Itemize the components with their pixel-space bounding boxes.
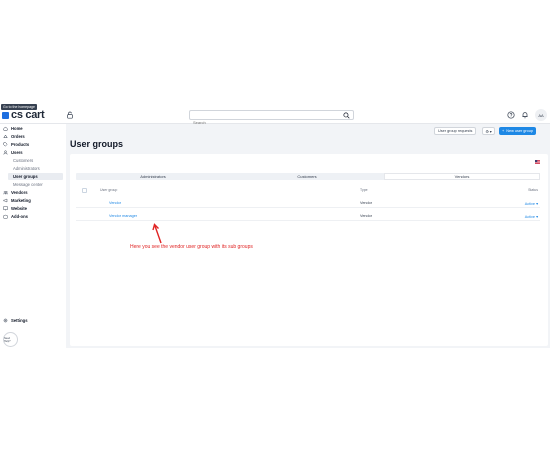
annotation-arrow-icon xyxy=(152,223,162,244)
bell-icon[interactable] xyxy=(521,111,529,119)
column-status: Status xyxy=(528,188,538,192)
homepage-tooltip: Go to the homepage xyxy=(1,104,37,110)
user-group-requests-button[interactable]: User group requests xyxy=(434,127,477,135)
search-box xyxy=(189,110,354,127)
sidebar: Home Orders Products Users Customers Adm… xyxy=(0,124,66,348)
sidebar-sub-user-groups[interactable]: User groups xyxy=(8,173,63,180)
tab-administrators[interactable]: Administrators xyxy=(76,173,230,180)
new-user-group-label: New user group xyxy=(506,129,534,133)
user-icon xyxy=(3,150,8,155)
us-flag-icon[interactable] xyxy=(535,160,540,164)
top-bar: Go to the homepage cs cart AA xyxy=(0,104,550,127)
sidebar-item-label: Add-ons xyxy=(11,214,28,219)
sidebar-item-vendors[interactable]: Vendors xyxy=(3,189,28,196)
sidebar-item-label: Website xyxy=(11,206,27,211)
column-user-group: User group xyxy=(100,188,118,192)
help-icon[interactable] xyxy=(507,111,515,119)
user-group-link[interactable]: Vendor manager xyxy=(109,214,137,218)
vendors-icon xyxy=(3,191,8,195)
new-user-group-button[interactable]: + New user group xyxy=(499,127,537,135)
plus-icon: + xyxy=(502,129,505,133)
sidebar-sub-customers[interactable]: Customers xyxy=(13,157,33,164)
annotation-text: Here you see the vendor user group with … xyxy=(130,244,253,250)
tab-vendors[interactable]: Vendors xyxy=(384,173,540,180)
help-badge[interactable]: Need Help? xyxy=(3,332,18,347)
gear-icon xyxy=(3,318,8,323)
logo-mark-icon xyxy=(2,111,9,119)
sidebar-item-add-ons[interactable]: Add-ons xyxy=(3,213,28,220)
sidebar-item-label: Home xyxy=(11,126,23,131)
brand-logo[interactable]: cs cart xyxy=(2,109,45,121)
user-group-type: Vendor xyxy=(360,201,373,205)
sidebar-item-users[interactable]: Users xyxy=(3,149,23,156)
sidebar-item-label: Settings xyxy=(11,318,28,323)
sidebar-item-label: Marketing xyxy=(11,198,31,203)
user-avatar[interactable]: AA xyxy=(535,109,547,121)
table-header: User group Type Status xyxy=(76,187,540,194)
sidebar-item-orders[interactable]: Orders xyxy=(3,133,25,140)
sidebar-item-home[interactable]: Home xyxy=(3,125,23,132)
megaphone-icon xyxy=(3,198,8,203)
tag-icon xyxy=(3,142,8,147)
sidebar-item-label: Users xyxy=(11,150,23,155)
status-dropdown[interactable]: Active ▾ xyxy=(525,214,538,219)
sidebar-item-label: Vendors xyxy=(11,190,28,195)
user-group-link[interactable]: Vendor xyxy=(109,201,121,205)
settings-dropdown-button[interactable]: ⚙ ▾ xyxy=(482,127,495,135)
sidebar-item-products[interactable]: Products xyxy=(3,141,29,148)
brand-name: cs cart xyxy=(11,109,45,121)
sidebar-item-website[interactable]: Website xyxy=(3,205,27,212)
table-row: Vendor Vendor Active ▾ xyxy=(76,198,540,208)
home-icon xyxy=(3,126,8,131)
sidebar-sub-message-center[interactable]: Message center xyxy=(13,181,43,188)
app-window: Go to the homepage cs cart AA xyxy=(0,104,550,348)
status-dropdown[interactable]: Active ▾ xyxy=(525,201,538,206)
monitor-icon xyxy=(3,206,8,211)
page-title: User groups xyxy=(70,139,124,149)
main-content: User group requests ⚙ ▾ + New user group… xyxy=(66,124,550,348)
search-icon[interactable] xyxy=(343,112,350,119)
table-row: Vendor manager Vendor Active ▾ xyxy=(76,211,540,221)
lock-icon[interactable] xyxy=(66,111,74,119)
column-type: Type xyxy=(360,188,368,192)
puzzle-icon xyxy=(3,214,8,219)
sidebar-item-label: Products xyxy=(11,142,30,147)
user-group-type: Vendor xyxy=(360,214,373,218)
select-all-checkbox[interactable] xyxy=(82,188,87,193)
sidebar-sub-administrators[interactable]: Administrators xyxy=(13,165,40,172)
tab-customers[interactable]: Customers xyxy=(230,173,384,180)
user-groups-card: Administrators Customers Vendors User gr… xyxy=(70,154,548,346)
sidebar-item-label: Orders xyxy=(11,134,25,139)
user-type-tabs: Administrators Customers Vendors xyxy=(76,173,540,180)
orders-icon xyxy=(3,134,8,138)
sidebar-item-marketing[interactable]: Marketing xyxy=(3,197,31,204)
sidebar-item-settings[interactable]: Settings xyxy=(3,317,28,324)
